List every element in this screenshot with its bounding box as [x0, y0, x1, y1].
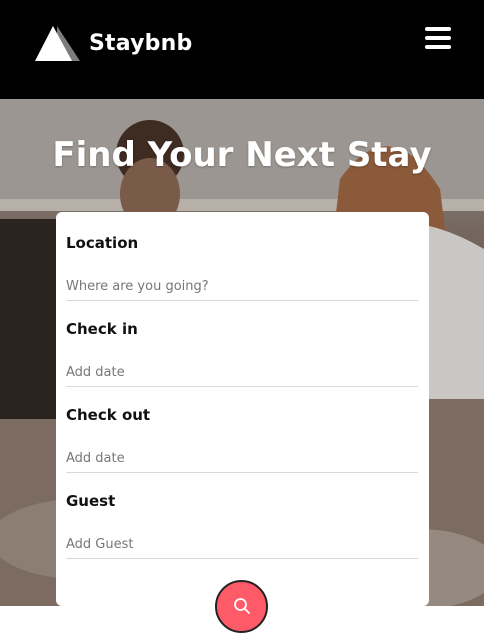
location-label: Location: [66, 234, 139, 252]
guest-input[interactable]: [66, 530, 418, 559]
check-in-input[interactable]: [66, 358, 418, 387]
location-input[interactable]: [66, 272, 418, 301]
brand-name[interactable]: Staybnb: [89, 31, 192, 56]
check-out-input[interactable]: [66, 444, 418, 473]
search-form-card: Location Check in Check out Guest: [56, 212, 429, 606]
triangle-logo-icon[interactable]: [35, 26, 80, 61]
search-icon: [234, 598, 250, 614]
guest-label: Guest: [66, 492, 116, 510]
check-out-label: Check out: [66, 406, 151, 424]
top-navigation-bar: Staybnb: [0, 0, 484, 99]
search-button[interactable]: [215, 580, 268, 633]
hamburger-menu-icon[interactable]: [425, 27, 451, 49]
hero-title: Find Your Next Stay: [52, 135, 432, 175]
check-in-label: Check in: [66, 320, 138, 338]
